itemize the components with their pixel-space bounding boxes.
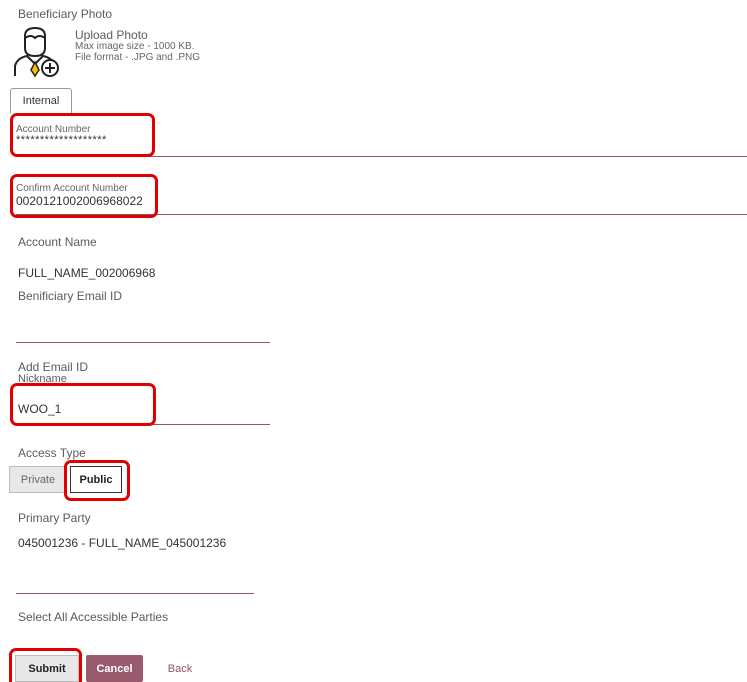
highlight-public <box>64 460 130 501</box>
beneficiary-email-label: Benificiary Email ID <box>18 289 123 303</box>
account-name-label: Account Name <box>18 235 97 249</box>
access-private-button[interactable]: Private <box>9 466 67 493</box>
cancel-button[interactable]: Cancel <box>86 655 143 682</box>
account-name-value: FULL_NAME_002006968 <box>18 266 156 280</box>
avatar-upload-icon[interactable] <box>13 26 63 80</box>
primary-party-value: 045001236 - FULL_NAME_045001236 <box>18 536 227 550</box>
primary-party-label: Primary Party <box>18 511 91 525</box>
primary-party-underline <box>16 593 254 594</box>
select-all-parties[interactable]: Select All Accessible Parties <box>18 610 168 624</box>
upload-photo-link[interactable]: Upload Photo <box>75 28 148 42</box>
access-type-label: Access Type <box>18 446 86 460</box>
beneficiary-email-field[interactable] <box>18 320 268 336</box>
beneficiary-photo-label: Beneficiary Photo <box>18 7 113 21</box>
beneficiary-email-underline <box>16 342 270 343</box>
highlight-submit <box>9 648 82 682</box>
back-link[interactable]: Back <box>160 655 200 682</box>
highlight-account-number <box>10 113 155 157</box>
tab-internal[interactable]: Internal <box>10 88 72 113</box>
file-format-note: File format - .JPG and .PNG <box>75 52 201 63</box>
highlight-nickname <box>10 383 156 426</box>
max-size-note: Max image size - 1000 KB. <box>75 41 195 52</box>
add-email-link[interactable]: Add Email ID <box>18 360 88 374</box>
highlight-confirm-account-number <box>10 174 158 218</box>
